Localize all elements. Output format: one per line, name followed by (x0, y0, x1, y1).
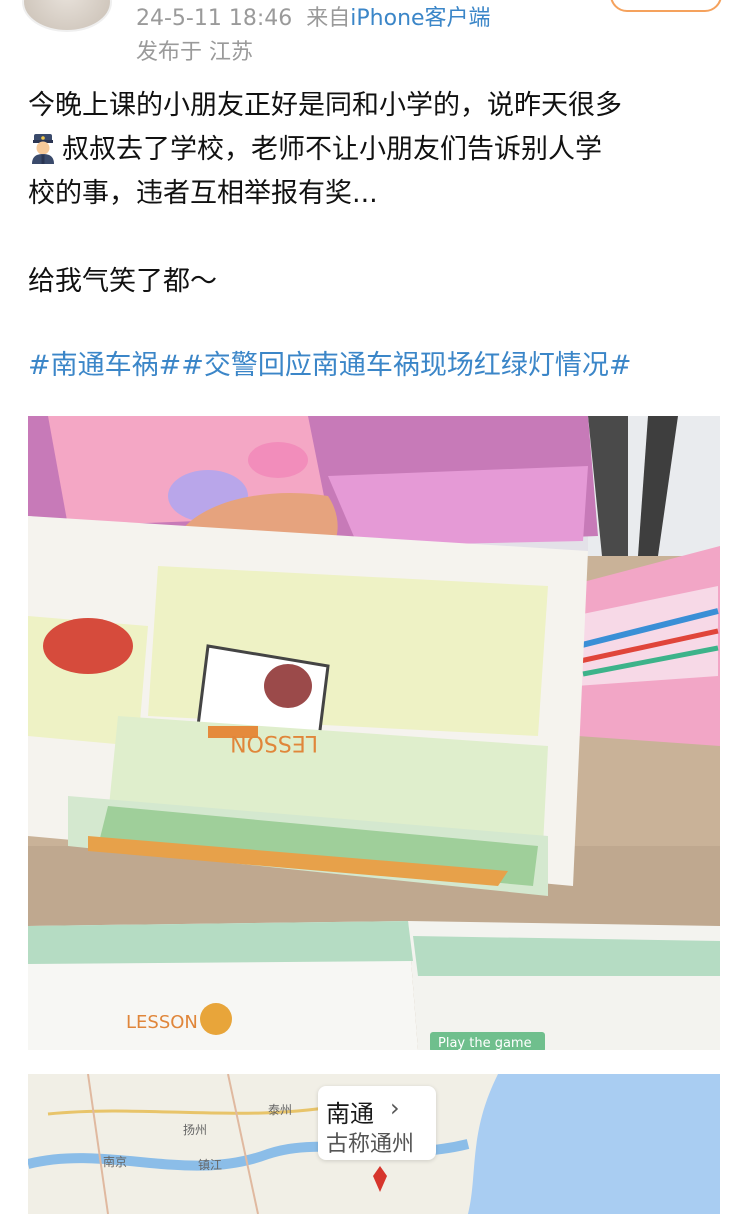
post-body: 今晚上课的小朋友正好是同和小学的，说昨天很多 叔叔去了学校，老师不让小朋友们告诉… (28, 84, 718, 304)
police-officer-icon (28, 132, 58, 164)
post-text-line: 叔叔去了学校，老师不让小朋友们告诉别人学 (62, 134, 602, 165)
map-city-old-name: 古称通州 (326, 1132, 415, 1157)
book-play-text: Play the game (438, 1036, 532, 1050)
post-location: 发布于 江苏 (136, 40, 253, 65)
follow-button[interactable] (610, 0, 722, 12)
post-source-client[interactable]: iPhone客户端 (350, 6, 490, 31)
hashtag-links[interactable]: #南通车祸##交警回应南通车祸现场红绿灯情况# (28, 344, 632, 388)
book-lesson-text: LESSON (126, 1012, 198, 1033)
map-label: 南京 (103, 1154, 127, 1169)
map-label: 镇江 (198, 1158, 222, 1172)
chevron-right-icon: › (390, 1094, 400, 1122)
post-text-line: 给我气笑了都～ (28, 266, 217, 297)
post-text-line: 今晚上课的小朋友正好是同和小学的，说昨天很多 (28, 90, 622, 121)
post-timestamp: 24-5-11 18:46 (136, 6, 293, 31)
post-photo[interactable]: LESSON LESSON Play the game (28, 416, 720, 1050)
post-meta: 24-5-11 18:46 来自iPhone客户端 (136, 0, 491, 32)
map-city-name[interactable]: 南通 (326, 1094, 374, 1129)
book-lesson-text-upside: LESSON (230, 730, 318, 755)
avatar[interactable] (22, 0, 112, 32)
map-label: 泰州 (268, 1103, 292, 1117)
map-label: 扬州 (183, 1122, 207, 1137)
post-text-line: 校的事，违者互相举报有奖... (28, 178, 378, 209)
post-source-prefix: 来自 (306, 6, 351, 31)
